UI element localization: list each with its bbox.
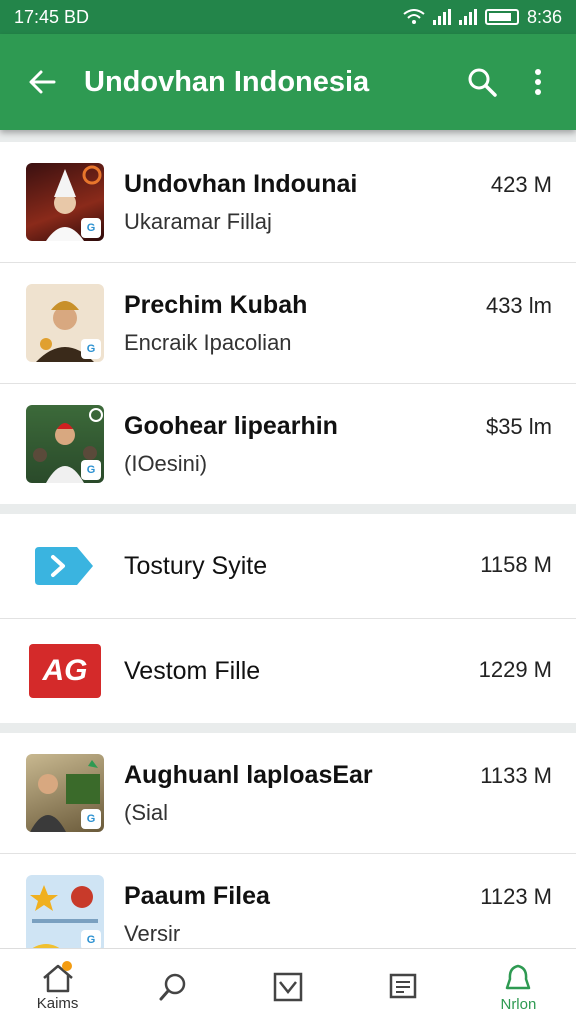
bottom-nav: Kaims Nrlon	[0, 948, 576, 1025]
item-size: 1123 M	[480, 884, 552, 909]
item-size: 433 lm	[485, 293, 552, 318]
nav-active-label: Nrlon	[500, 995, 537, 1013]
thumbnail: G	[26, 405, 104, 483]
app-icon	[26, 536, 104, 596]
list-item[interactable]: AG Vestom Fille 1229 M	[0, 619, 576, 723]
nav-active[interactable]: Nrlon	[461, 949, 576, 1025]
thumbnail: G	[26, 754, 104, 832]
more-vert-icon	[535, 69, 541, 95]
file-list: G Undovhan Indounai Ukaramar Fillaj 423 …	[0, 142, 576, 984]
nav-home-label: Kaims	[36, 994, 79, 1012]
file-badge-icon: G	[81, 218, 101, 238]
nav-notes[interactable]	[346, 949, 461, 1025]
check-box-icon	[273, 972, 303, 1002]
thumbnail: G	[26, 875, 104, 953]
signal-icon	[432, 9, 451, 25]
app-bar: Undovhan Indonesia	[0, 34, 576, 130]
search-icon	[159, 973, 186, 1001]
thumbnail: G	[26, 163, 104, 241]
file-badge-icon: G	[81, 930, 101, 950]
signal-icon-2	[458, 9, 477, 25]
ag-logo-icon: AG	[29, 644, 101, 698]
item-subtitle: Encraik Ipacolian	[124, 329, 292, 355]
item-subtitle: Versir	[124, 920, 181, 946]
wifi-icon	[403, 9, 425, 24]
list-item[interactable]: G Undovhan Indounai Ukaramar Fillaj 423 …	[0, 142, 576, 263]
file-badge-icon: G	[81, 809, 101, 829]
list-group: Tostury Syite 1158 M AG Vestom Fille 122…	[0, 514, 576, 723]
item-size: $35 lm	[485, 414, 552, 439]
page-title: Undovhan Indonesia	[84, 65, 370, 98]
send-tag-icon	[35, 547, 93, 585]
item-size: 1158 M	[480, 552, 552, 577]
nav-search[interactable]	[115, 949, 230, 1025]
nav-inbox[interactable]	[230, 949, 345, 1025]
list-group: G Undovhan Indounai Ukaramar Fillaj 423 …	[0, 142, 576, 504]
list-item[interactable]: G Goohear lipearhin (IOesini) $35 lm	[0, 384, 576, 504]
item-subtitle: (Sial	[124, 799, 169, 825]
list-item[interactable]: G Aughuanl laploasEar (Sial 1133 M	[0, 733, 576, 854]
item-size: 423 M	[490, 172, 552, 197]
status-time-left: 17:45 BD	[14, 6, 90, 27]
file-badge-icon: G	[81, 460, 101, 480]
nav-home[interactable]: Kaims	[0, 949, 115, 1025]
item-subtitle: (IOesini)	[124, 450, 208, 476]
item-size: 1229 M	[478, 657, 552, 682]
arrow-left-icon	[29, 70, 56, 94]
item-subtitle: Ukaramar Fillaj	[124, 208, 272, 234]
item-size: 1133 M	[480, 763, 552, 788]
list-group: G Aughuanl laploasEar (Sial 1133 M G Paa…	[0, 733, 576, 974]
file-badge-icon: G	[81, 339, 101, 359]
notification-dot	[62, 961, 72, 971]
search-icon	[468, 68, 497, 97]
back-button[interactable]	[0, 34, 84, 130]
battery-icon	[484, 9, 519, 25]
thumbnail: G	[26, 284, 104, 362]
list-item[interactable]: G Prechim Kubah Encraik Ipacolian 433 lm	[0, 263, 576, 384]
status-bar: 17:45 BD 8:36	[0, 0, 576, 34]
notes-icon	[389, 973, 417, 999]
list-item[interactable]: Tostury Syite 1158 M	[0, 514, 576, 619]
status-time-right: 8:36	[526, 6, 562, 27]
bell-icon	[506, 964, 531, 989]
search-button[interactable]	[454, 34, 510, 130]
more-button[interactable]	[510, 34, 566, 130]
app-icon: AG	[26, 641, 104, 701]
